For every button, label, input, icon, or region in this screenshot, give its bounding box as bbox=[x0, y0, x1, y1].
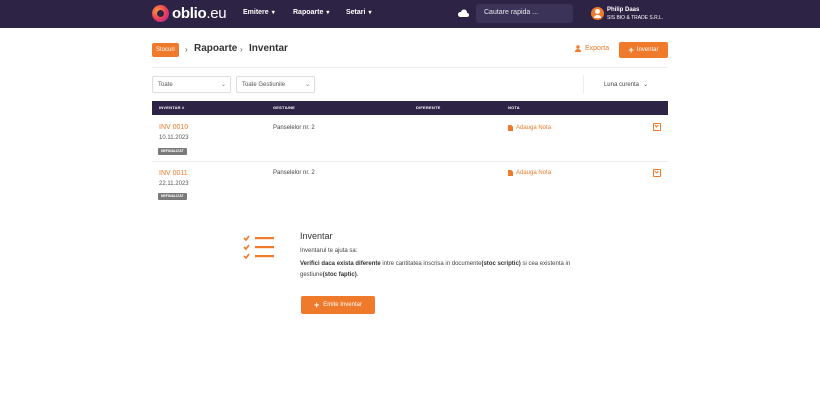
chevron-down-icon: ▾ bbox=[368, 10, 372, 16]
chevron-down-icon: ▾ bbox=[271, 10, 275, 16]
top-bar: oblio.eu Emitere ▾ Rapoarte ▾ Setari ▾ Caut… bbox=[0, 0, 820, 28]
table-header: INVENTAR # GESTIUNE DIFERENTE NOTA bbox=[152, 101, 668, 115]
row-divider bbox=[152, 161, 668, 162]
add-note-label: Adauga Nota bbox=[516, 170, 552, 176]
status-badge: NEFINALIZAT bbox=[158, 193, 187, 200]
breadcrumb-rapoarte[interactable]: Rapoarte bbox=[194, 43, 237, 54]
inventar-number[interactable]: INV 0010 bbox=[159, 124, 188, 131]
inventar-date: 10.11.2023 bbox=[159, 135, 189, 141]
chevron-down-icon: ⌄ bbox=[220, 82, 226, 88]
column-header-nota[interactable]: NOTA bbox=[508, 105, 520, 110]
divider bbox=[152, 67, 668, 68]
export-button[interactable]: Exporta bbox=[574, 45, 609, 52]
user-export-icon bbox=[574, 45, 582, 52]
cloud-icon[interactable] bbox=[457, 9, 469, 18]
chevron-down-icon: ⌄ bbox=[304, 82, 310, 88]
row-dropdown-icon[interactable] bbox=[653, 123, 661, 131]
plus-icon: + bbox=[628, 44, 634, 55]
add-inventar-label: Inventar bbox=[636, 47, 659, 53]
column-header-gestiune[interactable]: GESTIUNE bbox=[273, 105, 295, 110]
chevron-down-icon: ⌄ bbox=[643, 82, 649, 88]
add-note-link[interactable]: Adauga Nota bbox=[508, 125, 551, 131]
chevron-down-icon: ▾ bbox=[326, 10, 330, 16]
oblio-logo-icon bbox=[152, 5, 169, 22]
user-company[interactable]: SIS BIO & TRADE S.R.L. bbox=[607, 15, 663, 21]
add-inventar-button[interactable]: + Inventar bbox=[619, 42, 668, 58]
gestiune-cell: Panselelor nr. 2 bbox=[273, 170, 315, 176]
info-title: Inventar bbox=[300, 231, 333, 241]
document-icon bbox=[508, 125, 513, 131]
gestiune-select-value: Toate Gestiunile bbox=[242, 82, 286, 88]
breadcrumb-separator-icon: › bbox=[185, 45, 188, 54]
export-label: Exporta bbox=[585, 45, 610, 52]
add-note-link[interactable]: Adauga Nota bbox=[508, 170, 551, 176]
emit-inventar-label: Emite Inventar bbox=[323, 302, 362, 308]
add-note-label: Adauga Nota bbox=[516, 125, 552, 131]
status-select-value: Toate bbox=[158, 82, 173, 88]
status-badge: NEFINALIZAT bbox=[158, 148, 187, 155]
user-avatar-icon[interactable] bbox=[591, 7, 604, 20]
nav-setari[interactable]: Setari ▾ bbox=[346, 9, 371, 16]
breadcrumb-separator-icon: › bbox=[240, 45, 243, 54]
user-name[interactable]: Philip Daas bbox=[607, 7, 639, 13]
nav-rapoarte[interactable]: Rapoarte ▾ bbox=[293, 9, 329, 16]
period-select[interactable]: Luna curenta ⌄ bbox=[583, 75, 668, 94]
oblio-logo[interactable]: oblio.eu bbox=[152, 5, 227, 22]
nav-emitere[interactable]: Emitere ▾ bbox=[243, 9, 275, 16]
info-help: Inventarul te ajuta sa: bbox=[300, 248, 358, 254]
status-select[interactable]: Toate ⌄ bbox=[152, 76, 231, 93]
logo-text: oblio.eu bbox=[172, 5, 227, 22]
gestiune-select[interactable]: Toate Gestiunile ⌄ bbox=[236, 76, 315, 93]
column-header-inventar[interactable]: INVENTAR # bbox=[159, 105, 184, 110]
checklist-icon bbox=[243, 235, 274, 260]
emit-inventar-button[interactable]: + Emite Inventar bbox=[301, 296, 375, 314]
period-select-value: Luna curenta bbox=[603, 81, 639, 88]
plus-icon: + bbox=[314, 299, 320, 310]
gestiune-cell: Panselelor nr. 2 bbox=[273, 125, 315, 131]
document-icon bbox=[508, 170, 513, 176]
column-header-diferente[interactable]: DIFERENTE bbox=[416, 105, 440, 110]
row-dropdown-icon[interactable] bbox=[653, 169, 661, 177]
info-description: Verifici daca exista diferente intre can… bbox=[300, 261, 571, 278]
page-title: Inventar bbox=[249, 43, 288, 54]
inventar-number[interactable]: INV 0011 bbox=[159, 170, 188, 177]
breadcrumb-stocuri[interactable]: Stocuri bbox=[152, 43, 179, 57]
search-input[interactable]: Cautare rapida ... bbox=[476, 4, 573, 23]
inventar-date: 22.11.2023 bbox=[159, 181, 189, 187]
